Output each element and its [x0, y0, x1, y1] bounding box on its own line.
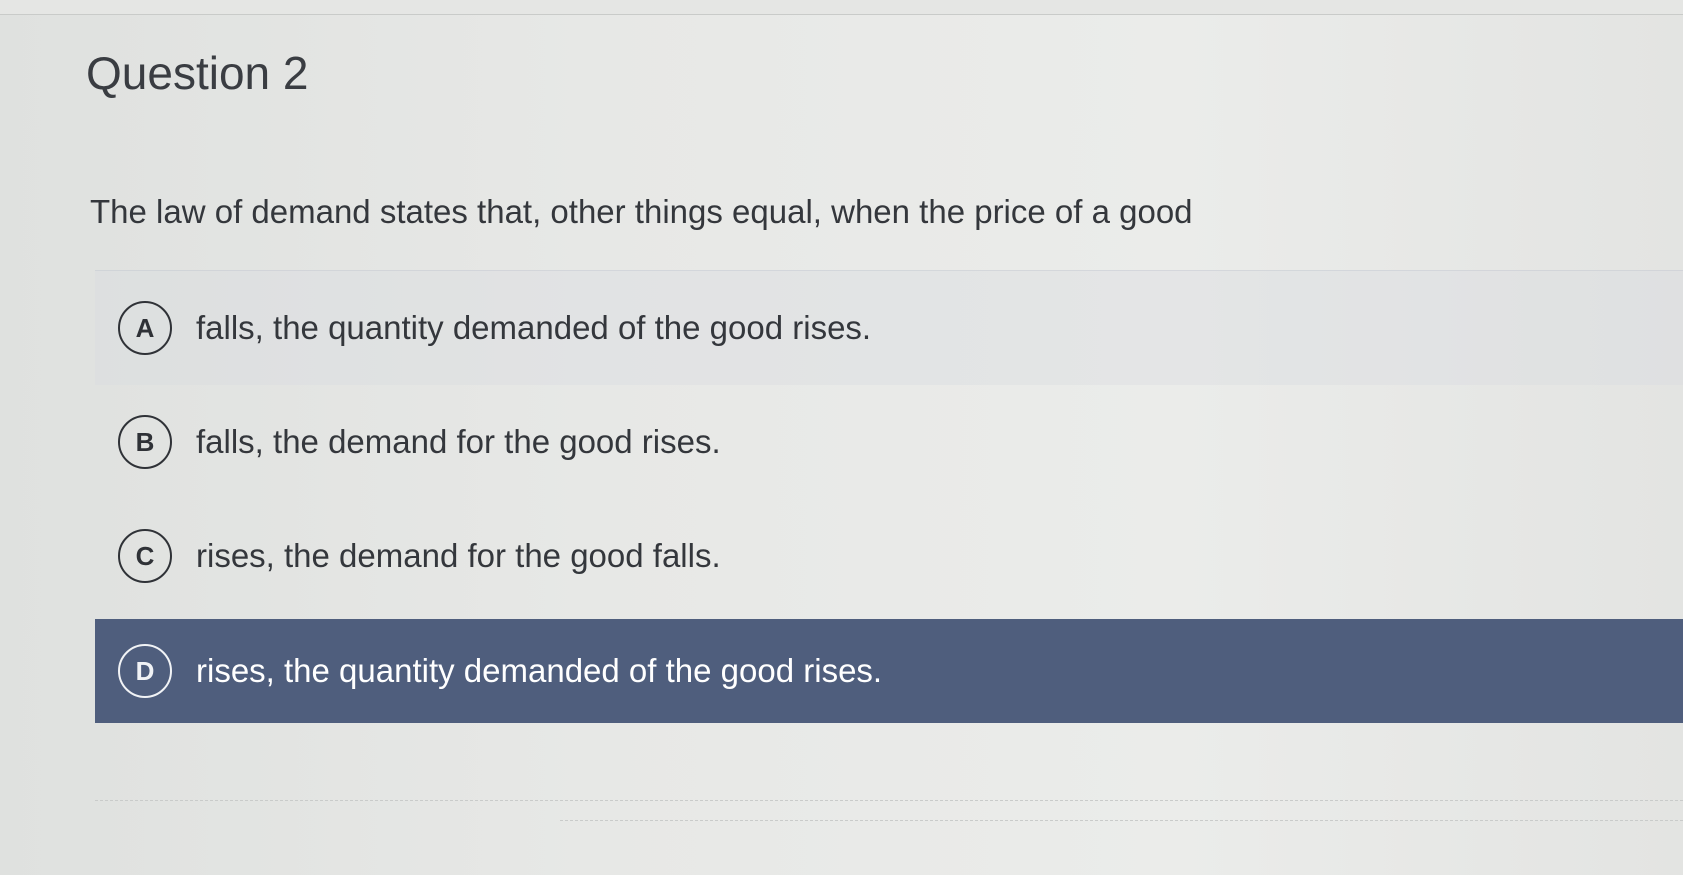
option-letter-badge: C: [118, 529, 172, 583]
question-title: Question 2: [86, 47, 309, 99]
option-letter-badge: D: [118, 644, 172, 698]
option-d[interactable]: D rises, the quantity demanded of the go…: [95, 619, 1683, 723]
option-text: rises, the quantity demanded of the good…: [196, 652, 883, 689]
footer-divider: [560, 820, 1683, 821]
option-text: falls, the demand for the good rises.: [196, 423, 721, 460]
option-c[interactable]: C rises, the demand for the good falls.: [95, 499, 1683, 613]
option-letter-badge: B: [118, 415, 172, 469]
option-b[interactable]: B falls, the demand for the good rises.: [95, 385, 1683, 499]
option-text: rises, the demand for the good falls.: [196, 537, 721, 574]
question-stem: The law of demand states that, other thi…: [90, 193, 1193, 230]
option-letter-badge: A: [118, 301, 172, 355]
option-text: falls, the quantity demanded of the good…: [196, 309, 872, 346]
top-divider: [0, 0, 1683, 15]
answer-options: A falls, the quantity demanded of the go…: [95, 270, 1683, 723]
footer-divider: [95, 800, 1683, 801]
option-a[interactable]: A falls, the quantity demanded of the go…: [95, 270, 1683, 385]
